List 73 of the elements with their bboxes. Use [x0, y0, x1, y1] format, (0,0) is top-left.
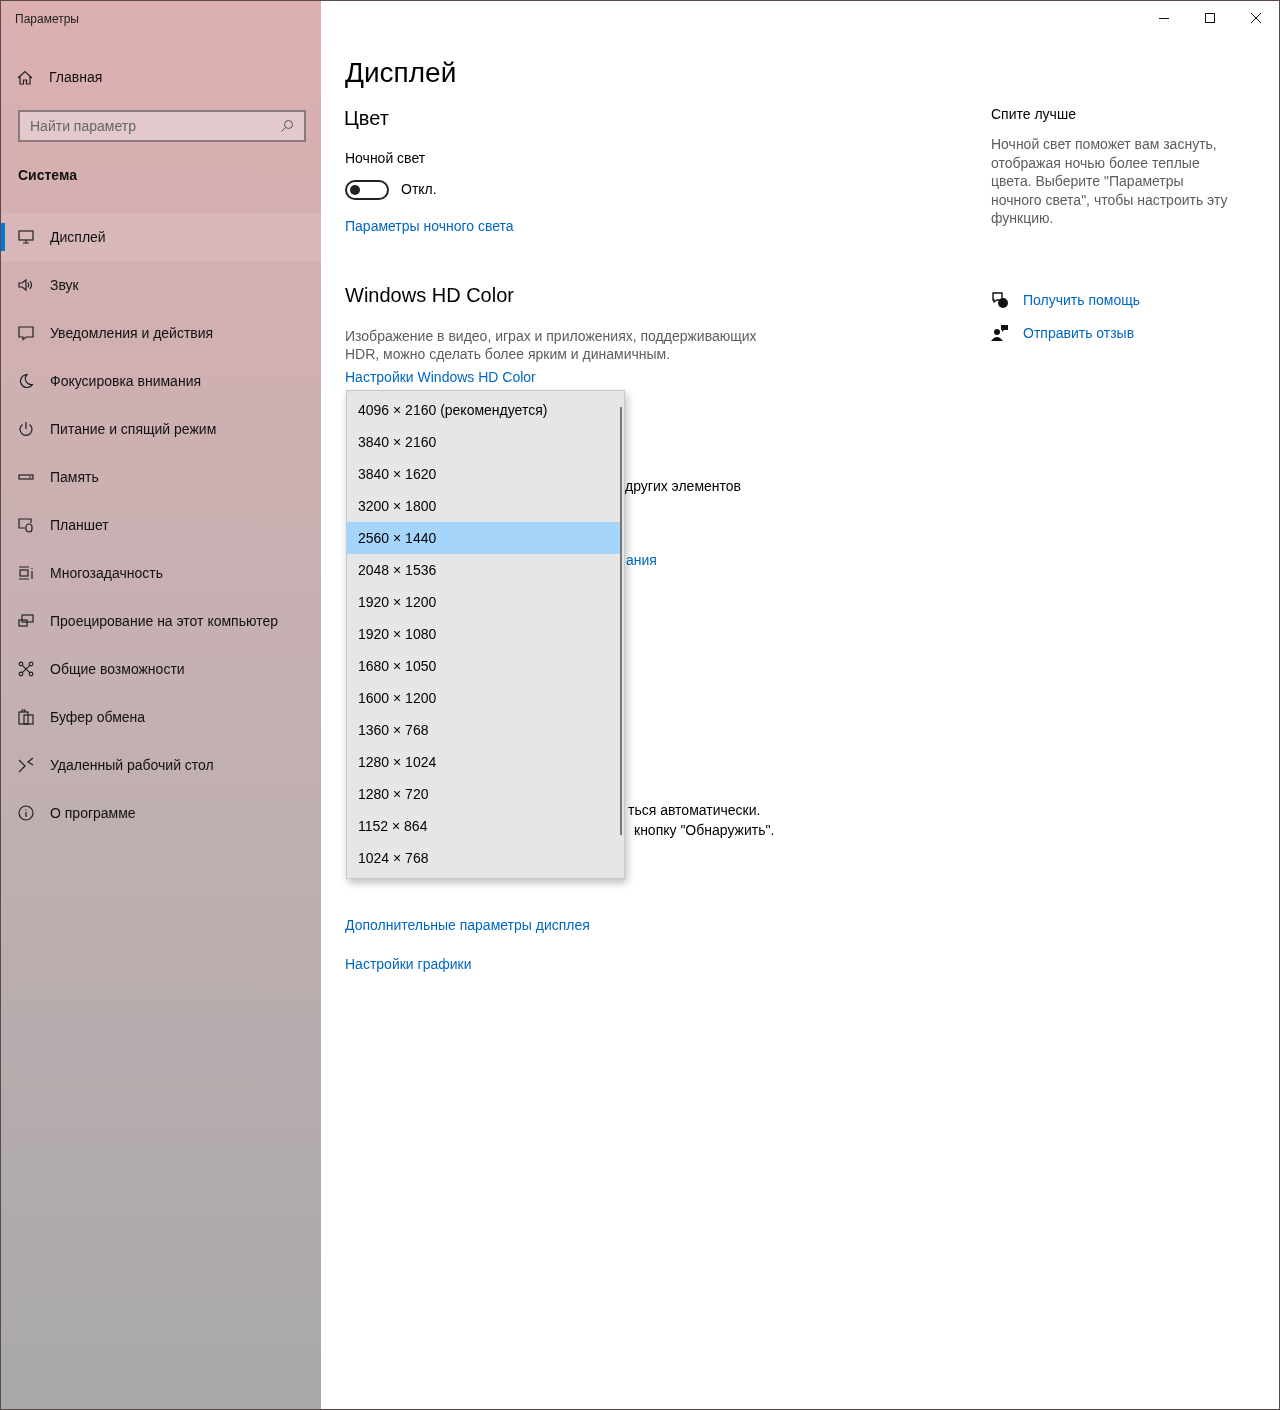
sidebar-item[interactable]: Многозадачность	[1, 549, 321, 597]
toggle-state: Откл.	[401, 180, 437, 199]
dropdown-option[interactable]: 1280 × 1024	[347, 746, 621, 778]
info-icon	[18, 805, 34, 821]
search-input[interactable]: Найти параметр	[30, 115, 260, 137]
window-title: Параметры	[15, 11, 79, 27]
text: кнопку "Обнаружить".	[634, 821, 775, 839]
setting-label: Ночной свет	[345, 149, 426, 168]
aside-text: Ночной свет поможет вам заснуть, отображая ночью более теплые цвета. Выберите "Параметры ночного света", чтобы настроить эту функцию.	[991, 135, 1229, 228]
section-heading: Windows HD Color	[345, 283, 514, 308]
description-text: Изображение в видео, играх и приложениях, поддерживающих HDR, можно сделать более ярким и динамичным.	[345, 327, 758, 363]
dropdown-option[interactable]: 1152 × 864	[347, 810, 621, 842]
dropdown-option[interactable]: 1920 × 1080	[347, 618, 621, 650]
moon-icon	[18, 373, 34, 389]
dropdown-option[interactable]: 1280 × 720	[347, 778, 621, 810]
dropdown-option[interactable]: 4096 × 2160 (рекомендуется)	[347, 394, 621, 426]
link[interactable]: Дополнительные параметры дисплея	[345, 915, 590, 936]
link[interactable]: Настройки графики	[345, 954, 472, 975]
home-icon	[17, 69, 33, 86]
dropdown-option[interactable]: 1920 × 1200	[347, 586, 621, 618]
clipboard-icon	[18, 709, 34, 725]
dropdown-option[interactable]: 1360 × 768	[347, 714, 621, 746]
dropdown-option[interactable]: 2048 × 1536	[347, 554, 621, 586]
dropdown-option[interactable]: 1600 × 1200	[347, 682, 621, 714]
dropdown-option[interactable]: 1024 × 768	[347, 842, 621, 874]
projector-icon	[18, 613, 34, 629]
sidebar-item[interactable]: Питание и спящий режим	[1, 405, 321, 453]
link[interactable]: Отправить отзыв	[1023, 322, 1135, 344]
link[interactable]: Настройки Windows HD Color	[345, 369, 536, 385]
sidebar-item[interactable]: Дисплей	[1, 213, 321, 261]
text: ться автоматически.	[628, 801, 761, 819]
sidebar-item[interactable]: Удаленный рабочий стол	[1, 741, 321, 789]
multitask-icon	[18, 565, 34, 581]
link[interactable]: Параметры ночного света	[345, 216, 514, 237]
dropdown-option[interactable]: 3840 × 1620	[347, 458, 621, 490]
remote-arrows-icon	[18, 757, 34, 773]
search-field[interactable]: Найти параметр	[18, 110, 306, 142]
maximize-icon	[1205, 13, 1215, 23]
text: других элементов	[625, 477, 742, 495]
sidebar-item[interactable]: Уведомления и действия	[1, 309, 321, 357]
toggle-switch[interactable]	[345, 179, 389, 200]
close-icon	[1251, 13, 1261, 23]
link[interactable]: Получить помощь	[1023, 289, 1140, 311]
section-heading: Цвет	[344, 106, 389, 131]
dropdown-option[interactable]: 3840 × 2160	[347, 426, 621, 458]
speech-bubble-icon	[18, 325, 34, 341]
sidebar-item[interactable]: Звук	[1, 261, 321, 309]
sidebar-item[interactable]: Общие возможности	[1, 645, 321, 693]
dropdown-option[interactable]: 2560 × 1440	[347, 522, 621, 554]
sidebar-item[interactable]: Планшет	[1, 501, 321, 549]
aside-heading: Спите лучше	[991, 105, 1076, 124]
dropdown-option[interactable]: 3200 × 1800	[347, 490, 621, 522]
minimize-icon	[1159, 17, 1169, 19]
help-chat-icon	[991, 291, 1009, 309]
search-icon	[280, 119, 294, 133]
speaker-icon	[18, 277, 34, 293]
monitor-icon	[18, 229, 34, 245]
sidebar-item[interactable]: Фокусировка внимания	[1, 357, 321, 405]
tablet-icon	[18, 517, 34, 533]
section-heading: Система	[18, 166, 77, 185]
sidebar-item[interactable]: Память	[1, 453, 321, 501]
home-label: Главная	[49, 68, 103, 87]
sidebar-item[interactable]: Буфер обмена	[1, 693, 321, 741]
link[interactable]: ания	[626, 551, 657, 569]
power-icon	[18, 421, 34, 437]
network-nodes-icon	[18, 661, 34, 677]
sidebar-item[interactable]: О программе	[1, 789, 321, 837]
scrollbar-thumb[interactable]	[620, 407, 622, 835]
person-feedback-icon	[991, 324, 1009, 342]
dropdown-option[interactable]: 1680 × 1050	[347, 650, 621, 682]
page-title: Дисплей	[345, 56, 457, 90]
sidebar-item[interactable]: Проецирование на этот компьютер	[1, 597, 321, 645]
home-link[interactable]: Главная	[17, 67, 103, 88]
